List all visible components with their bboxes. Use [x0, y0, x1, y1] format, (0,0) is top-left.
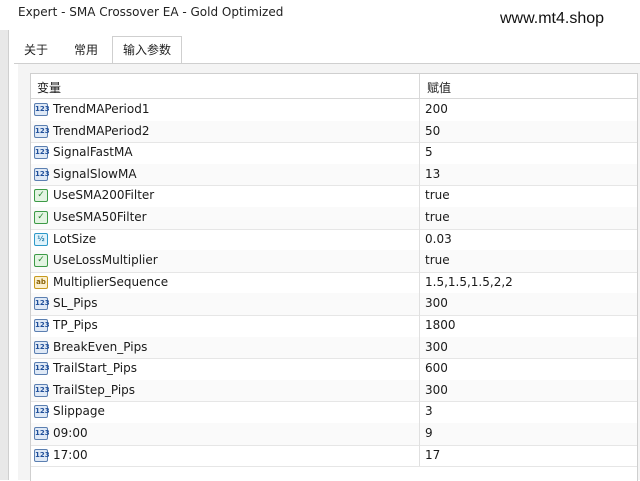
tab-bar: 关于 常用 输入参数 [14, 36, 640, 64]
int-icon: 123 [34, 362, 50, 376]
table-row[interactable]: 123 SignalFastMA 5 [31, 142, 637, 165]
parameter-name: LotSize [53, 231, 97, 246]
parameter-value[interactable]: 1.5,1.5,1.5,2,2 [425, 275, 513, 289]
cell-divider [419, 271, 420, 294]
parameter-name: UseLossMultiplier [53, 253, 158, 268]
window-titlebar: Expert - SMA Crossover EA - Gold Optimiz… [0, 0, 640, 36]
parameter-value[interactable]: true [425, 210, 450, 224]
parameter-value[interactable]: 200 [425, 102, 448, 116]
window-title: Expert - SMA Crossover EA - Gold Optimiz… [18, 5, 284, 19]
int-icon: 123 [34, 167, 50, 181]
table-row[interactable]: 123 Slippage 3 [31, 401, 637, 424]
parameter-name: TrendMAPeriod2 [53, 123, 150, 138]
parameter-name: UseSMA200Filter [53, 188, 155, 203]
parameter-name: TP_Pips [53, 318, 98, 332]
parameter-value[interactable]: 17 [425, 448, 440, 462]
int-icon: 123 [34, 405, 50, 419]
parameter-name: BreakEven_Pips [53, 339, 148, 354]
parameter-value[interactable]: 9 [425, 426, 433, 440]
watermark-text: www.mt4.shop [500, 10, 605, 27]
table-row[interactable]: 123 SignalSlowMA 13 [31, 163, 637, 187]
parameter-value[interactable]: 50 [425, 124, 440, 138]
parameter-name: 09:00 [53, 426, 88, 440]
parameter-name: SL_Pips [53, 296, 98, 311]
table-row[interactable]: 123 TrendMAPeriod2 50 [31, 120, 637, 144]
int-icon: 123 [34, 103, 50, 116]
table-row[interactable]: 123 09:00 9 [31, 423, 637, 446]
column-divider[interactable] [419, 74, 420, 98]
parameter-name: SignalSlowMA [53, 166, 137, 181]
parameter-name: MultiplierSequence [53, 274, 169, 289]
cell-divider [419, 315, 420, 337]
parameter-name: Slippage [53, 404, 105, 419]
cell-divider [419, 228, 420, 251]
column-header-value[interactable]: 赋值 [427, 79, 451, 96]
cell-divider [419, 207, 420, 229]
cell-divider [419, 423, 420, 445]
tab-about[interactable]: 关于 [14, 38, 58, 62]
parameter-name: TrendMAPeriod1 [53, 102, 150, 116]
table-header: 变量 赋值 [31, 74, 637, 99]
table-row[interactable]: 123 BreakEven_Pips 300 [31, 336, 637, 360]
int-icon: 123 [34, 383, 50, 397]
double-icon: ½ [34, 232, 48, 246]
window-left-edge [0, 30, 9, 480]
int-icon: 123 [34, 427, 50, 440]
tab-common[interactable]: 常用 [62, 38, 110, 62]
parameter-value[interactable]: true [425, 253, 450, 267]
int-icon: 123 [34, 297, 50, 311]
int-icon: 123 [34, 146, 50, 160]
table-row[interactable]: 123 TrendMAPeriod1 200 [31, 99, 637, 122]
cell-divider [419, 185, 420, 207]
table-row[interactable]: 123 17:00 17 [31, 444, 637, 468]
tab-inputs[interactable]: 输入参数 [112, 36, 182, 64]
int-icon: 123 [34, 340, 50, 354]
parameter-value[interactable]: 300 [425, 383, 448, 397]
cell-divider [419, 336, 420, 359]
parameter-value[interactable]: 300 [425, 296, 448, 310]
table-row[interactable]: ✓ UseLossMultiplier true [31, 250, 637, 273]
cell-divider [419, 293, 420, 315]
parameter-name: 17:00 [53, 447, 88, 462]
bool-icon: ✓ [34, 189, 48, 203]
parameter-value[interactable]: 300 [425, 340, 448, 354]
parameter-value[interactable]: 13 [425, 167, 440, 181]
column-header-variable[interactable]: 变量 [37, 79, 61, 96]
cell-divider [419, 401, 420, 423]
int-icon: 123 [34, 448, 50, 462]
parameter-name: SignalFastMA [53, 145, 133, 160]
table-row[interactable]: 123 TrailStart_Pips 600 [31, 358, 637, 381]
parameter-name: TrailStart_Pips [53, 361, 138, 376]
table-row[interactable]: 123 TP_Pips 1800 [31, 315, 637, 338]
table-row[interactable]: ab MultiplierSequence 1.5,1.5,1.5,2,2 [31, 271, 637, 295]
parameter-value[interactable]: 3 [425, 404, 433, 418]
table-row[interactable]: 123 SL_Pips 300 [31, 293, 637, 316]
cell-divider [419, 163, 420, 186]
cell-divider [419, 250, 420, 272]
table-row[interactable]: ✓ UseSMA50Filter true [31, 207, 637, 230]
cell-divider [419, 99, 420, 121]
table-row[interactable]: 123 TrailStep_Pips 300 [31, 379, 637, 403]
cell-divider [419, 120, 420, 143]
cell-divider [419, 379, 420, 402]
bool-icon: ✓ [34, 211, 48, 224]
parameter-value[interactable]: true [425, 188, 450, 202]
string-icon: ab [34, 275, 48, 289]
bool-icon: ✓ [34, 254, 48, 268]
cell-divider [419, 358, 420, 380]
parameters-table: 变量 赋值 123 TrendMAPeriod1 200 123 TrendMAPeri… [30, 73, 638, 481]
table-row[interactable]: ✓ UseSMA200Filter true [31, 185, 637, 208]
cell-divider [419, 142, 420, 164]
cell-divider [419, 444, 420, 467]
parameter-name: UseSMA50Filter [53, 210, 147, 224]
parameter-value[interactable]: 0.03 [425, 232, 452, 246]
parameter-name: TrailStep_Pips [53, 382, 136, 397]
parameter-value[interactable]: 600 [425, 361, 448, 375]
int-icon: 123 [34, 124, 50, 138]
int-icon: 123 [34, 319, 50, 332]
parameter-value[interactable]: 5 [425, 145, 433, 159]
table-row[interactable]: ½ LotSize 0.03 [31, 228, 637, 252]
parameter-value[interactable]: 1800 [425, 318, 456, 332]
